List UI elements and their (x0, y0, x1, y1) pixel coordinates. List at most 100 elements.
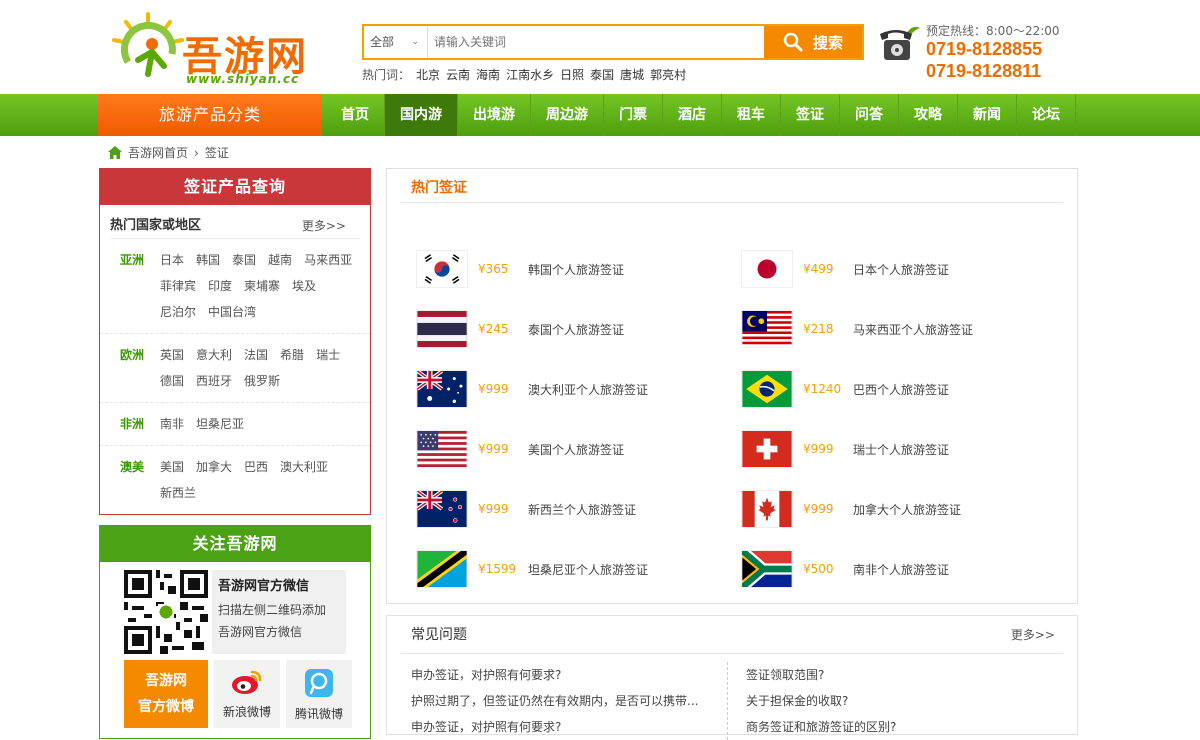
visa-item-thailand[interactable]: ¥245 泰国个人旅游签证 (416, 309, 736, 349)
follow-title: 关注吾游网 (100, 526, 370, 562)
country-link[interactable]: 新西兰 (160, 480, 196, 506)
nav-item-visa[interactable]: 签证 (781, 94, 840, 136)
breadcrumb-current: 签证 (204, 146, 229, 160)
faq-question-link[interactable]: 关于担保金的收取? (746, 688, 1067, 714)
visa-item-new-zealand[interactable]: ¥999 新西兰个人旅游签证 (416, 489, 736, 529)
country-link[interactable]: 越南 (268, 247, 292, 273)
product-category-menu[interactable]: 旅游产品分类 (98, 94, 322, 136)
faq-more-link[interactable]: 更多>> (1011, 616, 1055, 654)
country-link[interactable]: 巴西 (244, 454, 268, 480)
country-link[interactable]: 中国台湾 (208, 299, 256, 325)
faq-question-link[interactable]: 申办签证，对护照有何要求? (411, 714, 727, 740)
country-link[interactable]: 柬埔寨 (244, 273, 280, 299)
visa-item-usa[interactable]: ¥999 美国个人旅游签证 (416, 429, 736, 469)
country-link[interactable]: 西班牙 (196, 368, 232, 394)
visa-item-malaysia[interactable]: ¥218 马来西亚个人旅游签证 (741, 309, 1061, 349)
country-link[interactable]: 韩国 (196, 247, 220, 273)
nav-item-qa[interactable]: 问答 (840, 94, 899, 136)
hot-word-link[interactable]: 日照 (560, 66, 584, 83)
country-link[interactable]: 英国 (160, 342, 184, 368)
country-link[interactable]: 印度 (208, 273, 232, 299)
country-link[interactable]: 希腊 (280, 342, 304, 368)
nav-item-outbound[interactable]: 出境游 (458, 94, 531, 136)
official-weibo-label: 吾游网 (145, 673, 187, 689)
hot-word-link[interactable]: 江南水乡 (506, 66, 554, 83)
hot-word-link[interactable]: 郭亮村 (650, 66, 686, 83)
region-europe: 欧洲 英国 意大利 法国 希腊 瑞士 德国 西班牙 俄罗斯 (100, 334, 370, 403)
usa-flag-icon (416, 430, 468, 468)
visa-query-panel: 签证产品查询 热门国家或地区 更多>> 亚洲 日本 韩国 泰国 越南 马来西亚 … (99, 168, 371, 515)
more-countries-link[interactable]: 更多>> (302, 213, 346, 239)
header: 吾游网 www.shiyan.cc 全部 ⌄ 搜索 热门词： 北京 云南 海南 … (0, 0, 1200, 94)
faq-question-link[interactable]: 商务签证和旅游签证的区别? (746, 714, 1067, 740)
hot-word-link[interactable]: 海南 (476, 66, 500, 83)
nav-item-forum[interactable]: 论坛 (1017, 94, 1076, 136)
visa-item-south-africa[interactable]: ¥500 南非个人旅游签证 (741, 549, 1061, 589)
visa-item-tanzania[interactable]: ¥1599 坦桑尼亚个人旅游签证 (416, 549, 736, 589)
country-link[interactable]: 埃及 (292, 273, 316, 299)
country-link[interactable]: 澳大利亚 (280, 454, 328, 480)
faq-question-link[interactable]: 申办签证，对护照有何要求? (411, 662, 727, 688)
visa-name: 日本个人旅游签证 (853, 262, 950, 277)
site-logo[interactable]: 吾游网 www.shiyan.cc (108, 10, 328, 86)
hot-word-link[interactable]: 唐城 (620, 66, 644, 83)
brazil-flag-icon (741, 370, 793, 408)
nav-item-guides[interactable]: 攻略 (899, 94, 958, 136)
search-category-select[interactable]: 全部 ⌄ (364, 26, 428, 58)
hot-word-link[interactable]: 北京 (416, 66, 440, 83)
nav-item-home[interactable]: 首页 (326, 94, 385, 136)
country-link[interactable]: 泰国 (232, 247, 256, 273)
visa-name: 马来西亚个人旅游签证 (853, 322, 974, 337)
visa-item-canada[interactable]: ¥999 加拿大个人旅游签证 (741, 489, 1061, 529)
tencent-weibo-button[interactable]: 腾讯微博 (286, 660, 352, 728)
visa-item-switzerland[interactable]: ¥999 瑞士个人旅游签证 (741, 429, 1061, 469)
nav-item-nearby[interactable]: 周边游 (531, 94, 604, 136)
search-button[interactable]: 搜索 (764, 26, 862, 58)
country-link[interactable]: 加拿大 (196, 454, 232, 480)
visa-price: ¥218 (803, 322, 834, 336)
hot-visa-panel: 热门签证 ¥365 韩国个人旅游签证 ¥499 日本个人旅游签证 ¥245 泰国… (386, 168, 1078, 604)
faq-question-link[interactable]: 护照过期了，但签证仍然在有效期内，是否可以携带... (411, 688, 727, 714)
country-link[interactable]: 马来西亚 (304, 247, 352, 273)
wechat-info: 吾游网官方微信 扫描左侧二维码添加 吾游网官方微信 (212, 570, 346, 654)
country-link[interactable]: 意大利 (196, 342, 232, 368)
hot-visa-title: 热门签证 (401, 169, 1063, 203)
nav-item-domestic[interactable]: 国内游 (385, 94, 458, 136)
hot-words-label: 热门词： (362, 68, 411, 82)
hot-words: 热门词： 北京 云南 海南 江南水乡 日照 泰国 唐城 郭亮村 (362, 66, 686, 83)
official-weibo-button[interactable]: 吾游网 官方微博 (124, 660, 208, 728)
region-americas-oceania: 澳美 美国 加拿大 巴西 澳大利亚 新西兰 (100, 446, 370, 514)
country-link[interactable]: 坦桑尼亚 (196, 411, 244, 437)
visa-item-japan[interactable]: ¥499 日本个人旅游签证 (741, 249, 1061, 289)
country-link[interactable]: 德国 (160, 368, 184, 394)
tencent-weibo-label: 腾讯微博 (294, 707, 343, 721)
search-input[interactable] (428, 26, 764, 58)
country-link[interactable]: 美国 (160, 454, 184, 480)
visa-name: 巴西个人旅游签证 (853, 382, 950, 397)
nav-item-car-rental[interactable]: 租车 (722, 94, 781, 136)
country-link[interactable]: 菲律宾 (160, 273, 196, 299)
visa-item-korea[interactable]: ¥365 韩国个人旅游签证 (416, 249, 736, 289)
hotline-number: 0719-8128811 (926, 61, 1042, 81)
visa-price: ¥499 (803, 262, 834, 276)
country-link[interactable]: 尼泊尔 (160, 299, 196, 325)
country-link[interactable]: 南非 (160, 411, 184, 437)
visa-item-australia[interactable]: ¥999 澳大利亚个人旅游签证 (416, 369, 736, 409)
country-link[interactable]: 法国 (244, 342, 268, 368)
nav-item-hotel[interactable]: 酒店 (663, 94, 722, 136)
hot-word-link[interactable]: 云南 (446, 66, 470, 83)
hot-word-link[interactable]: 泰国 (590, 66, 614, 83)
nav-item-news[interactable]: 新闻 (958, 94, 1017, 136)
faq-question-link[interactable]: 签证领取范围? (746, 662, 1067, 688)
country-link[interactable]: 俄罗斯 (244, 368, 280, 394)
sina-weibo-button[interactable]: 新浪微博 (214, 660, 280, 728)
breadcrumb-home-link[interactable]: 吾游网首页 (128, 144, 188, 161)
wechat-desc: 扫描左侧二维码添加 (218, 603, 327, 617)
thailand-flag-icon (416, 310, 468, 348)
visa-item-brazil[interactable]: ¥1240 巴西个人旅游签证 (741, 369, 1061, 409)
weibo-links: 吾游网 官方微博 新浪微博 腾讯微博 (124, 660, 352, 728)
country-link[interactable]: 瑞士 (316, 342, 340, 368)
nav-item-tickets[interactable]: 门票 (604, 94, 663, 136)
hotline-number: 0719-8128855 (926, 39, 1043, 59)
country-link[interactable]: 日本 (160, 247, 184, 273)
